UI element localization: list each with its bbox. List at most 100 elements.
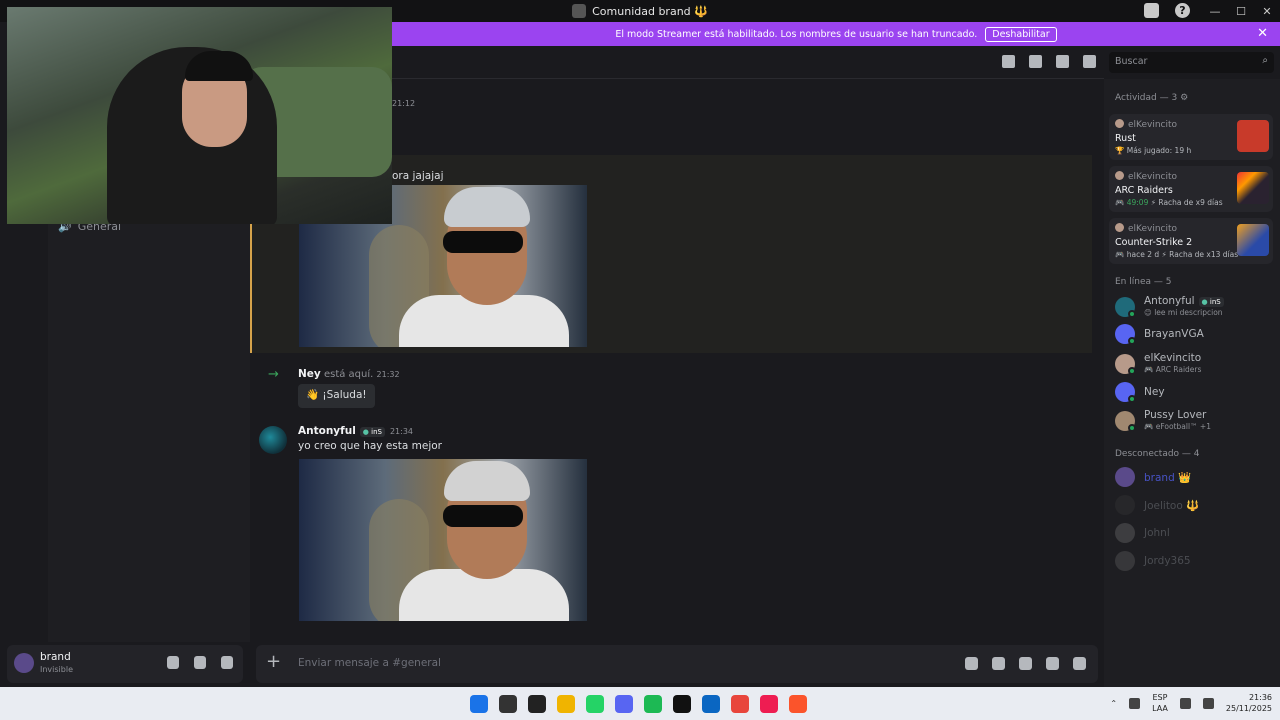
member-activity: 🎮 eFootball™ +1 (1144, 422, 1211, 431)
user-controls (167, 656, 233, 669)
file-explorer-icon[interactable] (557, 695, 575, 713)
message-image-2[interactable] (299, 459, 587, 621)
search-placeholder: Buscar (1115, 56, 1148, 67)
microphone-tray-icon[interactable] (1129, 697, 1141, 709)
network-icon[interactable] (1179, 697, 1191, 709)
member-name: Jordy365 (1144, 555, 1191, 567)
wave-label: ¡Saluda! (322, 389, 367, 401)
activity-game: Rust (1115, 133, 1136, 144)
join-message: Ney está aquí. 21:32 (298, 368, 400, 380)
taskbar: ⌃ ESP LAA 21:36 25/11/2025 (0, 687, 1280, 720)
message-username[interactable]: Antonyful (298, 425, 356, 437)
join-text: está aquí. (323, 369, 374, 380)
member-activity: 😊 lee mi descripcion (1144, 308, 1223, 317)
app-dark-icon[interactable] (528, 695, 546, 713)
member-item[interactable]: elKevincito 🎮 ARC Raiders (1115, 352, 1275, 376)
search-icon[interactable] (499, 695, 517, 713)
emoji-icon[interactable] (1046, 657, 1059, 670)
member-item[interactable]: Ney (1115, 380, 1275, 404)
taskbar-apps (470, 695, 807, 713)
discord-icon[interactable] (615, 695, 633, 713)
headphones-icon[interactable] (194, 656, 206, 669)
banner-close-icon[interactable]: ✕ (1257, 26, 1268, 41)
member-item[interactable]: Pussy Lover 🎮 eFootball™ +1 (1115, 409, 1275, 433)
add-attachment-icon[interactable]: + (266, 651, 281, 672)
activity-title: Actividad — 3 ⚙ (1115, 93, 1189, 103)
help-icon[interactable]: ? (1175, 3, 1190, 18)
gif-icon[interactable] (992, 657, 1005, 670)
search-input[interactable]: Buscar ⌕ (1109, 52, 1274, 73)
member-name: BrayanVGA (1144, 328, 1204, 340)
avatar (1115, 467, 1135, 487)
chat-header (392, 46, 1104, 79)
gift-icon[interactable] (965, 657, 978, 670)
search-icon: ⌕ (1262, 55, 1268, 66)
activity-card[interactable]: elKevincito Rust 🏆 Más jugado: 19 h (1109, 114, 1273, 160)
user-panel: brand Invisible (7, 645, 243, 683)
maximize-button[interactable]: ☐ (1228, 5, 1254, 18)
activity-game: ARC Raiders (1115, 185, 1173, 196)
member-item[interactable]: BrayanVGA (1115, 322, 1275, 346)
spotify-icon[interactable] (644, 695, 662, 713)
join-time: 21:32 (376, 370, 400, 379)
member-name: Joelitoo 🔱 (1144, 500, 1200, 512)
windows-start-icon[interactable] (470, 695, 488, 713)
close-window-button[interactable]: ✕ (1254, 5, 1280, 18)
whatsapp-icon[interactable] (586, 695, 604, 713)
server-icon (572, 4, 587, 18)
tiktok-icon[interactable] (760, 695, 778, 713)
settings-gear-icon[interactable] (221, 656, 233, 669)
activity-card[interactable]: elKevincito ARC Raiders 🎮 49:09 ⚡ Racha … (1109, 166, 1273, 212)
clock[interactable]: 21:36 25/11/2025 (1226, 692, 1272, 714)
notifications-bell-icon[interactable] (1029, 55, 1042, 68)
wave-button[interactable]: 👋 ¡Saluda! (298, 384, 375, 408)
offline-title: Desconectado — 4 (1115, 449, 1200, 459)
member-item[interactable]: Joelitoo 🔱 (1115, 493, 1275, 517)
pinned-messages-icon[interactable] (1056, 55, 1069, 68)
message-placeholder: Enviar mensaje a #general (298, 657, 441, 669)
wave-sticker-icon: 👋 (306, 389, 320, 401)
avatar (1115, 495, 1135, 515)
member-item[interactable]: Johnl (1115, 521, 1275, 545)
message-timestamp: 21:12 (392, 99, 416, 108)
brave-icon[interactable] (789, 695, 807, 713)
streamer-mode-banner: El modo Streamer está habilitado. Los no… (392, 22, 1280, 46)
chrome-icon[interactable] (731, 695, 749, 713)
threads-icon[interactable] (1002, 55, 1015, 68)
chevron-up-icon[interactable]: ⌃ (1110, 699, 1117, 708)
join-username[interactable]: Ney (298, 368, 321, 380)
store-icon[interactable] (702, 695, 720, 713)
avatar[interactable] (14, 653, 34, 673)
apps-icon[interactable] (1073, 657, 1086, 670)
member-name: Antonyful ● inS (1144, 295, 1229, 307)
window-controls: — ☐ ✕ (1202, 0, 1280, 22)
message-header: Antonyful ● inS 21:34 (298, 425, 413, 437)
member-name: Ney (1144, 386, 1165, 398)
disable-streamer-button[interactable]: Deshabilitar (985, 26, 1057, 42)
activity-card[interactable]: elKevincito Counter-Strike 2 🎮 hace 2 d … (1109, 218, 1273, 264)
member-name: Johnl (1144, 527, 1170, 539)
capcut-icon[interactable] (673, 695, 691, 713)
avatar (1115, 523, 1135, 543)
clan-tag[interactable]: ● inS (359, 427, 385, 437)
member-list-icon[interactable] (1083, 55, 1096, 68)
member-item[interactable]: brand 👑 (1115, 465, 1275, 489)
input-actions (965, 657, 1086, 670)
member-item[interactable]: Jordy365 (1115, 549, 1275, 573)
member-name: Pussy Lover (1144, 409, 1207, 421)
sticker-icon[interactable] (1019, 657, 1032, 670)
join-arrow-icon: → (268, 367, 279, 382)
microphone-icon[interactable] (167, 656, 179, 669)
avatar[interactable] (259, 426, 287, 454)
activity-game: Counter-Strike 2 (1115, 237, 1193, 248)
titlebar-tools: ? (1144, 3, 1190, 18)
language-indicator[interactable]: ESP LAA (1152, 692, 1168, 714)
volume-icon[interactable] (1202, 697, 1214, 709)
header-icons (1002, 55, 1096, 68)
inbox-icon[interactable] (1144, 3, 1159, 18)
message-input[interactable]: + Enviar mensaje a #general (256, 645, 1098, 683)
member-item[interactable]: Antonyful ● inS 😊 lee mi descripcion (1115, 295, 1275, 319)
user-status: Invisible (40, 665, 73, 674)
minimize-button[interactable]: — (1202, 5, 1228, 18)
member-name: elKevincito (1144, 352, 1202, 364)
